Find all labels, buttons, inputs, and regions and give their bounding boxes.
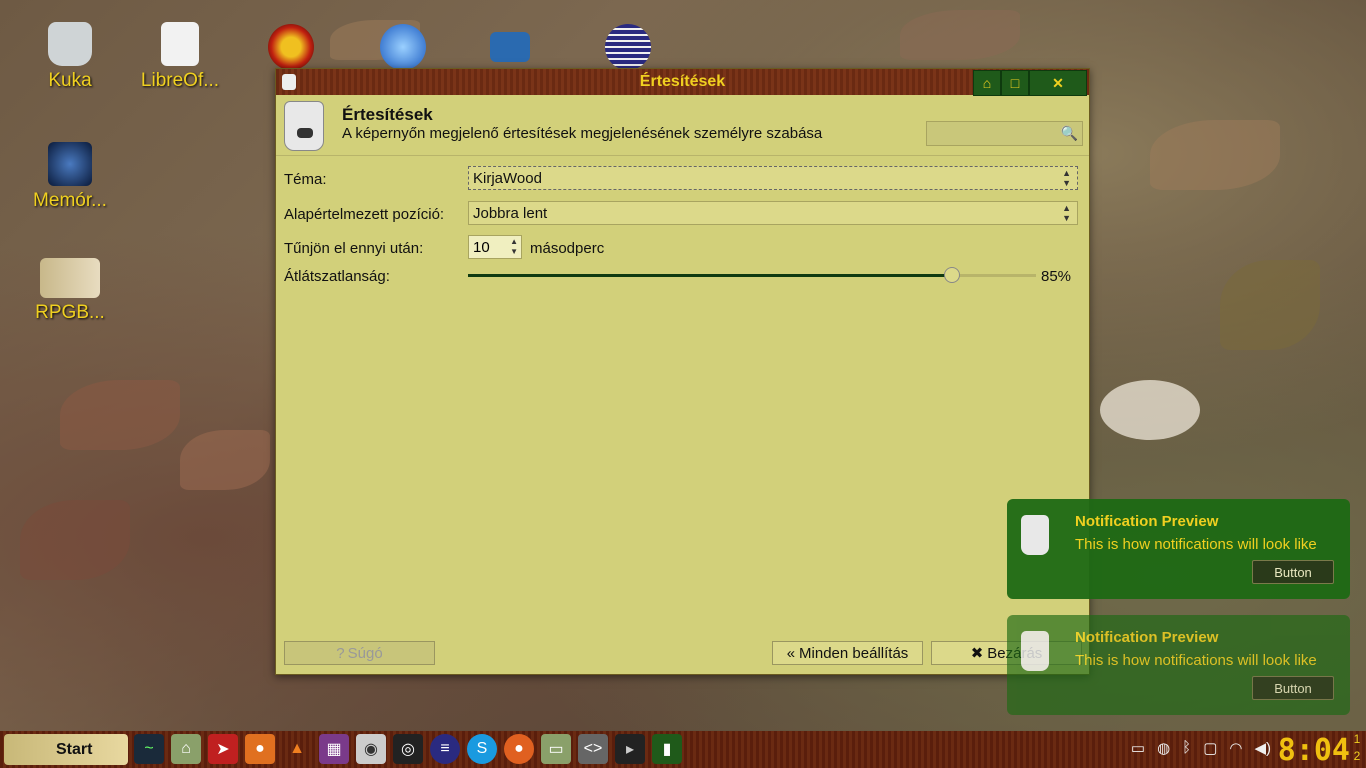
position-value: Jobbra lent xyxy=(473,205,548,222)
update-icon[interactable]: ◍ xyxy=(1157,739,1170,757)
taskbar: Start ~ ⌂ ➤ ● ▲ ▦ ◉ ◎ ≡ S ● ▭ <> ▸ ▮ ▭ ◍… xyxy=(0,731,1366,768)
window-titlebar[interactable]: Értesítések ⌂ □ ✕ xyxy=(276,69,1089,96)
workspace-switcher[interactable]: 1 2 xyxy=(1352,731,1362,765)
opacity-value: 85% xyxy=(1041,268,1072,285)
start-button[interactable]: Start xyxy=(4,734,128,765)
window-header: Értesítések A képernyőn megjelenő értesí… xyxy=(276,95,1089,156)
theme-value: KirjaWood xyxy=(473,170,542,187)
desktop-icon-trash[interactable]: Kuka xyxy=(20,22,120,92)
media-player-icon[interactable] xyxy=(380,24,426,70)
code-editor-icon[interactable]: <> xyxy=(578,734,608,764)
help-icon: ? xyxy=(336,644,345,662)
notification-preview[interactable]: Notification Preview This is how notific… xyxy=(1007,615,1350,715)
maximize-button[interactable]: □ xyxy=(1001,70,1029,96)
firefox-icon[interactable]: ● xyxy=(504,734,534,764)
camera-icon[interactable]: ◉ xyxy=(356,734,386,764)
timeout-spinbox[interactable]: 10 ▲ ▼ xyxy=(468,235,522,259)
help-button[interactable]: ? Súgó xyxy=(284,641,435,665)
notification-button[interactable]: Button xyxy=(1252,676,1334,700)
theme-select[interactable]: KirjaWood ▲ ▼ xyxy=(468,166,1078,190)
timeout-label: Tűnjön el ennyi után: xyxy=(284,240,424,257)
wifi-icon[interactable]: ◠ xyxy=(1229,739,1242,757)
skype-icon[interactable]: S xyxy=(467,734,497,764)
notification-preview[interactable]: Notification Preview This is how notific… xyxy=(1007,499,1350,599)
notification-title: Notification Preview xyxy=(1075,513,1219,530)
clipboard-icon[interactable]: ▢ xyxy=(1203,739,1217,757)
memory-app-icon xyxy=(48,142,92,186)
header-title: Értesítések xyxy=(342,105,433,124)
task-list: ~ ⌂ ➤ ● ▲ ▦ ◉ ◎ ≡ S ● ▭ <> ▸ ▮ xyxy=(134,734,689,764)
eclipse-icon[interactable] xyxy=(605,24,651,70)
all-settings-button[interactable]: « Minden beállítás xyxy=(772,641,923,665)
trash-icon xyxy=(48,22,92,66)
folder-icon[interactable]: ▭ xyxy=(541,734,571,764)
search-input[interactable]: 🔍 xyxy=(926,121,1083,146)
notification-body: This is how notifications will look like xyxy=(1075,652,1317,669)
notification-body: This is how notifications will look like xyxy=(1075,536,1317,553)
notification-app-icon[interactable]: ▮ xyxy=(652,734,682,764)
position-label: Alapértelmezett pozíció: xyxy=(284,206,445,223)
webcam-icon[interactable]: ◎ xyxy=(393,734,423,764)
notification-title: Notification Preview xyxy=(1075,629,1219,646)
search-icon: 🔍 xyxy=(1060,125,1078,141)
notifications-settings-window: Értesítések ⌂ □ ✕ Értesítések A képernyő… xyxy=(275,68,1090,675)
desktop-icon-rpgb[interactable]: RPGB... xyxy=(20,258,120,324)
book-icon xyxy=(40,258,100,298)
close-button[interactable]: ✕ xyxy=(1029,70,1087,96)
notification-icon xyxy=(1021,515,1049,555)
timeout-value: 10 xyxy=(473,239,490,256)
home-icon[interactable]: ⌂ xyxy=(973,70,1001,96)
terminal-icon[interactable]: ▸ xyxy=(615,734,645,764)
pointer-tool-icon[interactable]: ➤ xyxy=(208,734,238,764)
theme-label: Téma: xyxy=(284,171,327,188)
mortal-kombat-icon[interactable] xyxy=(268,24,314,70)
home-folder-icon[interactable]: ⌂ xyxy=(171,734,201,764)
battery-icon[interactable]: ▭ xyxy=(1131,739,1145,757)
opacity-slider[interactable] xyxy=(468,267,1036,283)
spin-arrows-icon[interactable]: ▲ ▼ xyxy=(510,237,518,257)
position-select[interactable]: Jobbra lent ▲ ▼ xyxy=(468,201,1078,225)
notification-button[interactable]: Button xyxy=(1252,560,1334,584)
desktop-icon-memory[interactable]: Memór... xyxy=(20,142,120,212)
libreoffice-icon xyxy=(161,22,199,66)
back-icon: « xyxy=(786,644,796,662)
chevron-updown-icon: ▲ ▼ xyxy=(1062,203,1071,223)
system-tray: ▭ ◍ ᛒ ▢ ◠ ◀) xyxy=(1119,739,1271,757)
app-icon[interactable] xyxy=(490,32,530,62)
header-subtitle: A képernyőn megjelenő értesítések megjel… xyxy=(342,125,823,142)
workspace-1[interactable]: 1 xyxy=(1352,731,1362,748)
close-icon: ✖ xyxy=(970,645,984,662)
notification-icon xyxy=(1021,631,1049,671)
clock[interactable]: 8:04 xyxy=(1278,733,1350,768)
desktop-icon-libreoffice[interactable]: LibreOf... xyxy=(130,22,230,92)
opacity-label: Átlátszatlanság: xyxy=(284,268,390,285)
opacity-slider-fill xyxy=(468,274,951,277)
video-editor-icon[interactable]: ▦ xyxy=(319,734,349,764)
eclipse-icon[interactable]: ≡ xyxy=(430,734,460,764)
bluetooth-icon[interactable]: ᛒ xyxy=(1182,739,1191,757)
opacity-slider-handle[interactable] xyxy=(944,267,960,283)
timeout-unit: másodperc xyxy=(530,240,605,257)
workspace-2[interactable]: 2 xyxy=(1352,748,1362,765)
notification-settings-icon xyxy=(284,101,324,151)
window-title: Értesítések xyxy=(639,73,726,90)
vlc-icon[interactable]: ▲ xyxy=(282,734,312,764)
start-label: Start xyxy=(56,740,93,758)
system-monitor-icon[interactable]: ~ xyxy=(134,734,164,764)
volume-icon[interactable]: ◀) xyxy=(1254,739,1271,757)
chevron-updown-icon: ▲ ▼ xyxy=(1062,168,1071,188)
firefox-icon[interactable]: ● xyxy=(245,734,275,764)
